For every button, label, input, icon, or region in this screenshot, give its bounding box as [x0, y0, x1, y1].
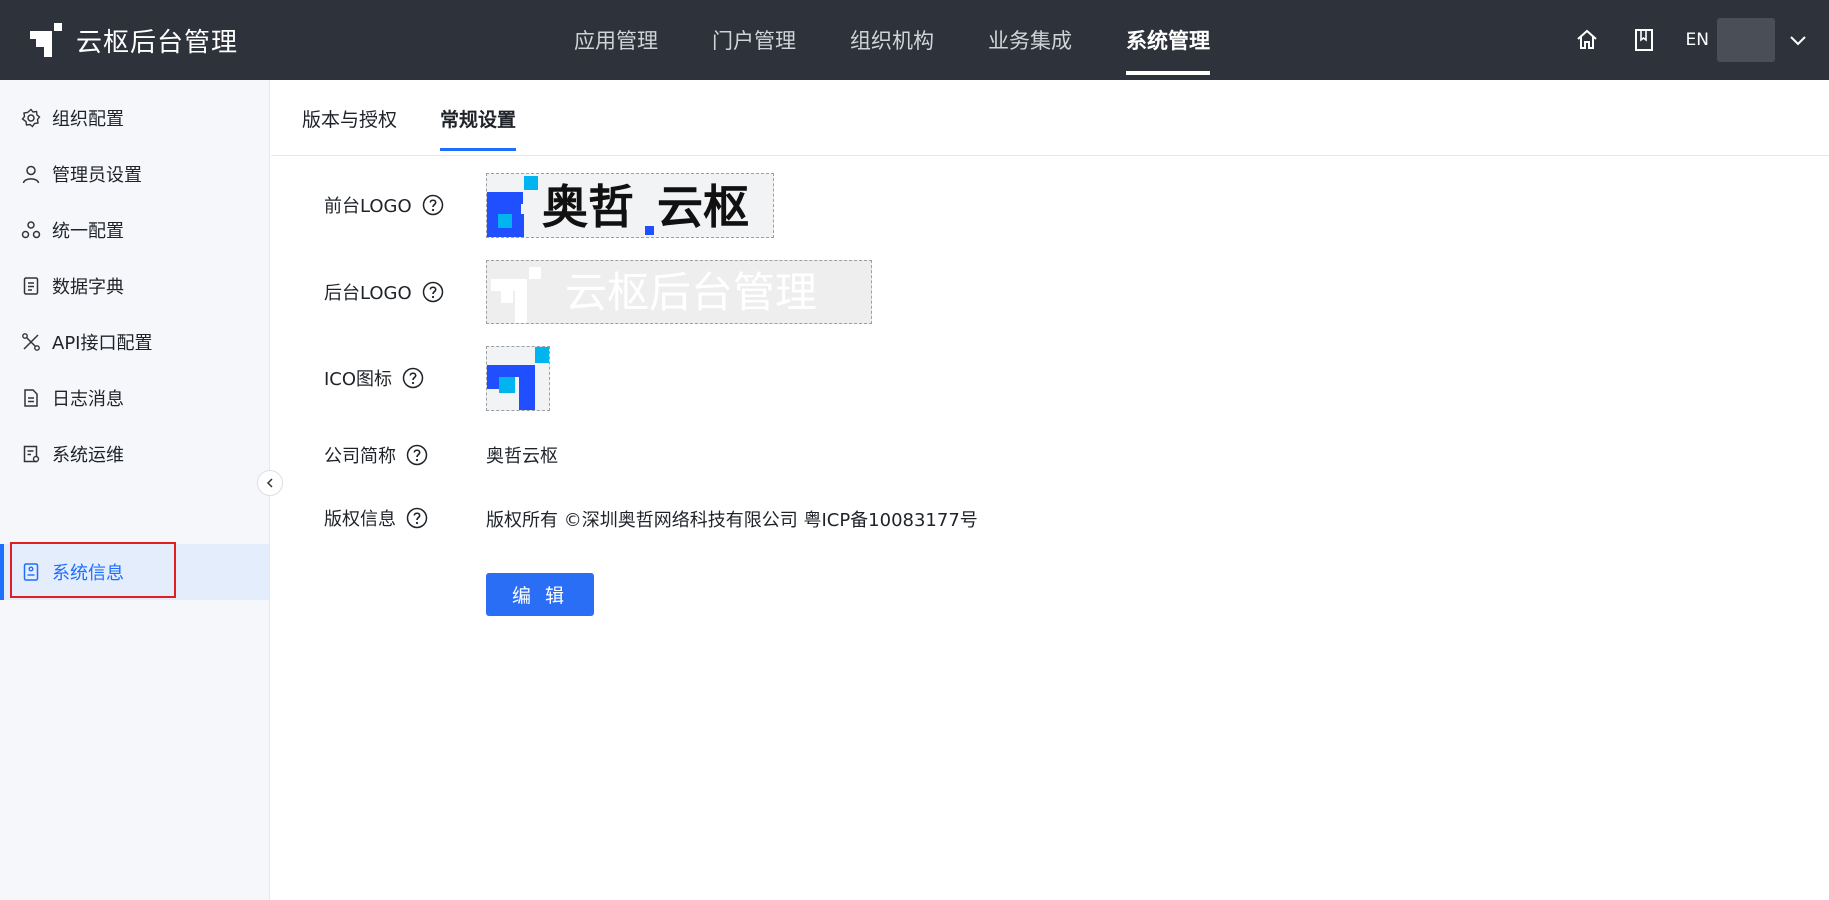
- sidebar-item-api-config[interactable]: API接口配置: [0, 314, 269, 370]
- company-short-row: 公司简称: [324, 440, 428, 470]
- top-header: 云枢后台管理 应用管理 门户管理 组织机构 业务集成 系统管理 EN: [0, 0, 1829, 80]
- chevron-left-icon: [266, 478, 273, 488]
- sidebar-item-label: 数据字典: [52, 277, 124, 298]
- topnav-portal-management[interactable]: 门户管理: [712, 0, 796, 80]
- front-logo-label: 前台LOGO: [324, 196, 412, 217]
- document-icon: [20, 387, 42, 409]
- copyright-label: 版权信息: [324, 509, 396, 530]
- sidebar-item-system-ops[interactable]: 系统运维: [0, 426, 269, 482]
- chevron-down-icon[interactable]: [1787, 29, 1809, 51]
- brand[interactable]: 云枢后台管理: [30, 0, 238, 80]
- back-logo-preview[interactable]: 云枢后台管理: [486, 260, 872, 324]
- header-actions: EN: [1572, 0, 1829, 80]
- company-short-value: 奥哲云枢: [486, 446, 558, 467]
- sidebar-collapse-button[interactable]: [257, 470, 283, 496]
- language-switch[interactable]: EN: [1686, 30, 1709, 50]
- ico-image: [487, 347, 549, 410]
- copyright-value: 版权所有 ©深圳奥哲网络科技有限公司 粤ICP备10083177号: [486, 510, 978, 531]
- sidebar-item-label: 系统信息: [52, 563, 124, 584]
- sidebar-item-label: 组织配置: [52, 109, 124, 130]
- sidebar-item-data-dictionary[interactable]: 数据字典: [0, 258, 269, 314]
- user-icon: [20, 163, 42, 185]
- sidebar-item-label: 管理员设置: [52, 165, 142, 186]
- sidebar-item-system-info[interactable]: 系统信息: [0, 544, 269, 600]
- book-icon: [1634, 29, 1653, 51]
- docs-button[interactable]: [1629, 25, 1659, 55]
- topnav-app-management[interactable]: 应用管理: [574, 0, 658, 80]
- tab-version-license[interactable]: 版本与授权: [302, 80, 397, 156]
- info-doc-icon: [20, 561, 42, 583]
- home-button[interactable]: [1572, 25, 1602, 55]
- dictionary-icon: [20, 275, 42, 297]
- ico-label: ICO图标: [324, 369, 393, 390]
- tab-general-settings[interactable]: 常规设置: [440, 80, 517, 156]
- front-logo-row: 前台LOGO: [324, 190, 444, 220]
- copyright-row: 版权信息: [324, 503, 428, 533]
- topnav-business-integration[interactable]: 业务集成: [988, 0, 1072, 80]
- content-tabs: 版本与授权 常规设置: [271, 80, 1829, 156]
- sidebar-item-label: 统一配置: [52, 221, 124, 242]
- sidebar-item-log-messages[interactable]: 日志消息: [0, 370, 269, 426]
- front-logo-preview[interactable]: 奥哲 云枢: [486, 173, 774, 238]
- help-circle-icon[interactable]: [422, 194, 444, 216]
- help-circle-icon[interactable]: [406, 507, 428, 529]
- sidebar-item-label: API接口配置: [52, 333, 153, 354]
- api-icon: [20, 331, 42, 353]
- topnav-system-management[interactable]: 系统管理: [1126, 0, 1210, 80]
- network-icon: [20, 219, 42, 241]
- back-logo-image: [491, 267, 541, 323]
- avatar[interactable]: [1717, 18, 1775, 62]
- back-logo-label: 后台LOGO: [324, 283, 412, 304]
- back-logo-text: 云枢后台管理: [565, 268, 818, 317]
- app-title: 云枢后台管理: [76, 27, 239, 58]
- gear-icon: [20, 107, 42, 129]
- ico-preview[interactable]: [486, 346, 550, 411]
- brand-logo-icon: [30, 23, 62, 57]
- ico-row: ICO图标: [324, 363, 424, 393]
- sidebar-item-label: 日志消息: [52, 389, 124, 410]
- sidebar-item-admin-settings[interactable]: 管理员设置: [0, 146, 269, 202]
- help-circle-icon[interactable]: [422, 281, 444, 303]
- sidebar-item-unified-config[interactable]: 统一配置: [0, 202, 269, 258]
- company-short-label: 公司简称: [324, 446, 396, 467]
- sidebar-item-label: 系统运维: [52, 445, 124, 466]
- sidebar-item-org-config[interactable]: 组织配置: [0, 90, 269, 146]
- front-logo-text-2: 云枢: [657, 180, 749, 234]
- help-circle-icon[interactable]: [402, 367, 424, 389]
- front-logo-text-1: 奥哲: [542, 180, 634, 234]
- maintenance-icon: [20, 443, 42, 465]
- home-icon: [1576, 29, 1597, 49]
- back-logo-row: 后台LOGO: [324, 277, 444, 307]
- edit-button[interactable]: 编 辑: [486, 573, 594, 616]
- topnav-organization[interactable]: 组织机构: [850, 0, 934, 80]
- sidebar: 组织配置 管理员设置 统一配置 数据字典 API接口配置 日志消息 系统运维 系…: [0, 80, 270, 900]
- top-nav: 应用管理 门户管理 组织机构 业务集成 系统管理: [574, 0, 1264, 80]
- help-circle-icon[interactable]: [406, 444, 428, 466]
